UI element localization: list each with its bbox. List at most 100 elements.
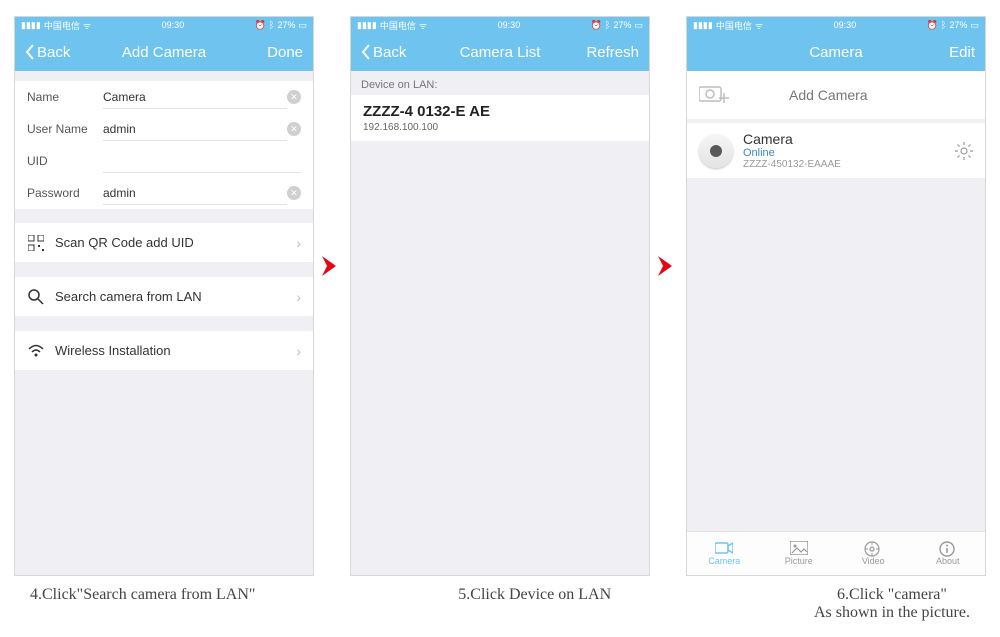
edit-label: Edit [949, 44, 975, 61]
add-camera-label: Add Camera [789, 87, 868, 103]
clear-icon[interactable]: ✕ [287, 90, 301, 104]
uid-label: UID [27, 154, 103, 168]
back-button[interactable]: Back [361, 44, 421, 61]
carrier-label: 中国电信 [716, 19, 752, 32]
battery-label: 27% [277, 20, 295, 30]
flow-arrow [322, 254, 342, 278]
tab-label: Video [862, 556, 885, 566]
back-button[interactable]: Back [25, 44, 85, 61]
signal-icon: ▮▮▮▮ [693, 20, 713, 31]
nav-bar: Camera Edit [687, 33, 985, 71]
alarm-icon: ⏰ [591, 20, 602, 31]
camera-form: Name ✕ User Name ✕ UID Password ✕ [15, 81, 313, 209]
video-tab-icon [864, 541, 882, 555]
tab-label: About [936, 556, 960, 566]
add-camera-row[interactable]: Add Camera [687, 71, 985, 119]
tab-label: Picture [785, 556, 813, 566]
wifi-icon: ᯤ [419, 19, 427, 32]
carrier-label: 中国电信 [44, 19, 80, 32]
alarm-icon: ⏰ [927, 20, 938, 31]
search-icon [27, 288, 45, 306]
camera-thumbnail-icon [699, 134, 733, 168]
add-camera-icon [699, 83, 729, 107]
refresh-label: Refresh [586, 44, 639, 61]
caption-1: 4.Click"Search camera from LAN" [30, 586, 255, 622]
search-lan-row[interactable]: Search camera from LAN › [15, 277, 313, 317]
password-input[interactable] [103, 182, 287, 205]
password-label: Password [27, 186, 103, 200]
bluetooth-icon: ᛒ [941, 20, 946, 30]
chevron-right-icon: › [296, 289, 301, 305]
clock: 09:30 [498, 20, 521, 30]
name-field: Name ✕ [15, 81, 313, 113]
signal-icon: ▮▮▮▮ [357, 20, 377, 31]
done-button[interactable]: Done [243, 44, 303, 61]
uid-field: UID [15, 145, 313, 177]
uid-input[interactable] [103, 150, 301, 173]
camera-tab-icon [715, 541, 733, 555]
tab-about[interactable]: About [911, 532, 986, 575]
captions: 4.Click"Search camera from LAN" 5.Click … [0, 576, 1000, 622]
picture-tab-icon [790, 541, 808, 555]
clear-icon[interactable]: ✕ [287, 122, 301, 136]
scan-qr-label: Scan QR Code add UID [55, 235, 194, 250]
nav-bar: Back Camera List Refresh [351, 33, 649, 71]
carrier-label: 中国电信 [380, 19, 416, 32]
flow-arrow [658, 254, 678, 278]
device-ip: 192.168.100.100 [363, 122, 637, 133]
username-input[interactable] [103, 118, 287, 141]
battery-icon: ▭ [970, 20, 979, 31]
caption-2: 5.Click Device on LAN [458, 586, 611, 622]
gear-icon[interactable] [955, 142, 973, 160]
screen-camera-home: ▮▮▮▮中国电信ᯤ 09:30 ⏰ᛒ27%▭ Camera Edit Add C… [686, 16, 986, 576]
device-row[interactable]: ZZZZ-4 0132-E AE 192.168.100.100 [351, 95, 649, 141]
battery-label: 27% [949, 20, 967, 30]
status-bar: ▮▮▮▮中国电信ᯤ 09:30 ⏰ᛒ27%▭ [351, 17, 649, 33]
alarm-icon: ⏰ [255, 20, 266, 31]
status-bar: ▮▮▮▮中国电信ᯤ 09:30 ⏰ᛒ27%▭ [687, 17, 985, 33]
chevron-right-icon: › [296, 343, 301, 359]
battery-label: 27% [613, 20, 631, 30]
nav-bar: Back Add Camera Done [15, 33, 313, 71]
wireless-row[interactable]: Wireless Installation › [15, 331, 313, 371]
name-label: Name [27, 90, 103, 104]
bluetooth-icon: ᛒ [269, 20, 274, 30]
edit-button[interactable]: Edit [915, 44, 975, 61]
back-label: Back [37, 44, 70, 61]
name-input[interactable] [103, 86, 287, 109]
battery-icon: ▭ [298, 20, 307, 31]
wifi-icon [27, 342, 45, 360]
refresh-button[interactable]: Refresh [579, 44, 639, 61]
device-id: ZZZZ-4 0132-E AE [363, 103, 637, 120]
tab-video[interactable]: Video [836, 532, 911, 575]
camera-name: Camera [743, 131, 841, 147]
qr-icon [27, 234, 45, 252]
wifi-icon: ᯤ [83, 19, 91, 32]
screen-add-camera: ▮▮▮▮中国电信ᯤ 09:30 ⏰ᛒ27%▭ Back Add Camera D… [14, 16, 314, 576]
tab-bar: Camera Picture Video About [687, 531, 985, 575]
wireless-label: Wireless Installation [55, 343, 171, 358]
username-field: User Name ✕ [15, 113, 313, 145]
section-header: Device on LAN: [351, 71, 649, 95]
battery-icon: ▭ [634, 20, 643, 31]
camera-uid: ZZZZ-450132-EAAAE [743, 159, 841, 170]
chevron-right-icon: › [296, 235, 301, 251]
status-bar: ▮▮▮▮中国电信ᯤ 09:30 ⏰ᛒ27%▭ [15, 17, 313, 33]
tab-picture[interactable]: Picture [762, 532, 837, 575]
done-label: Done [267, 44, 303, 61]
clock: 09:30 [834, 20, 857, 30]
clear-icon[interactable]: ✕ [287, 186, 301, 200]
back-label: Back [373, 44, 406, 61]
about-tab-icon [939, 541, 957, 555]
camera-row[interactable]: Camera Online ZZZZ-450132-EAAAE [687, 123, 985, 178]
tab-label: Camera [708, 556, 740, 566]
clock: 09:30 [162, 20, 185, 30]
screen-camera-list: ▮▮▮▮中国电信ᯤ 09:30 ⏰ᛒ27%▭ Back Camera List … [350, 16, 650, 576]
tab-camera[interactable]: Camera [687, 532, 762, 575]
caption-3: 6.Click "camera" As shown in the picture… [814, 586, 970, 622]
wifi-icon: ᯤ [755, 19, 763, 32]
scan-qr-row[interactable]: Scan QR Code add UID › [15, 223, 313, 263]
username-label: User Name [27, 122, 103, 136]
search-lan-label: Search camera from LAN [55, 289, 202, 304]
bluetooth-icon: ᛒ [605, 20, 610, 30]
